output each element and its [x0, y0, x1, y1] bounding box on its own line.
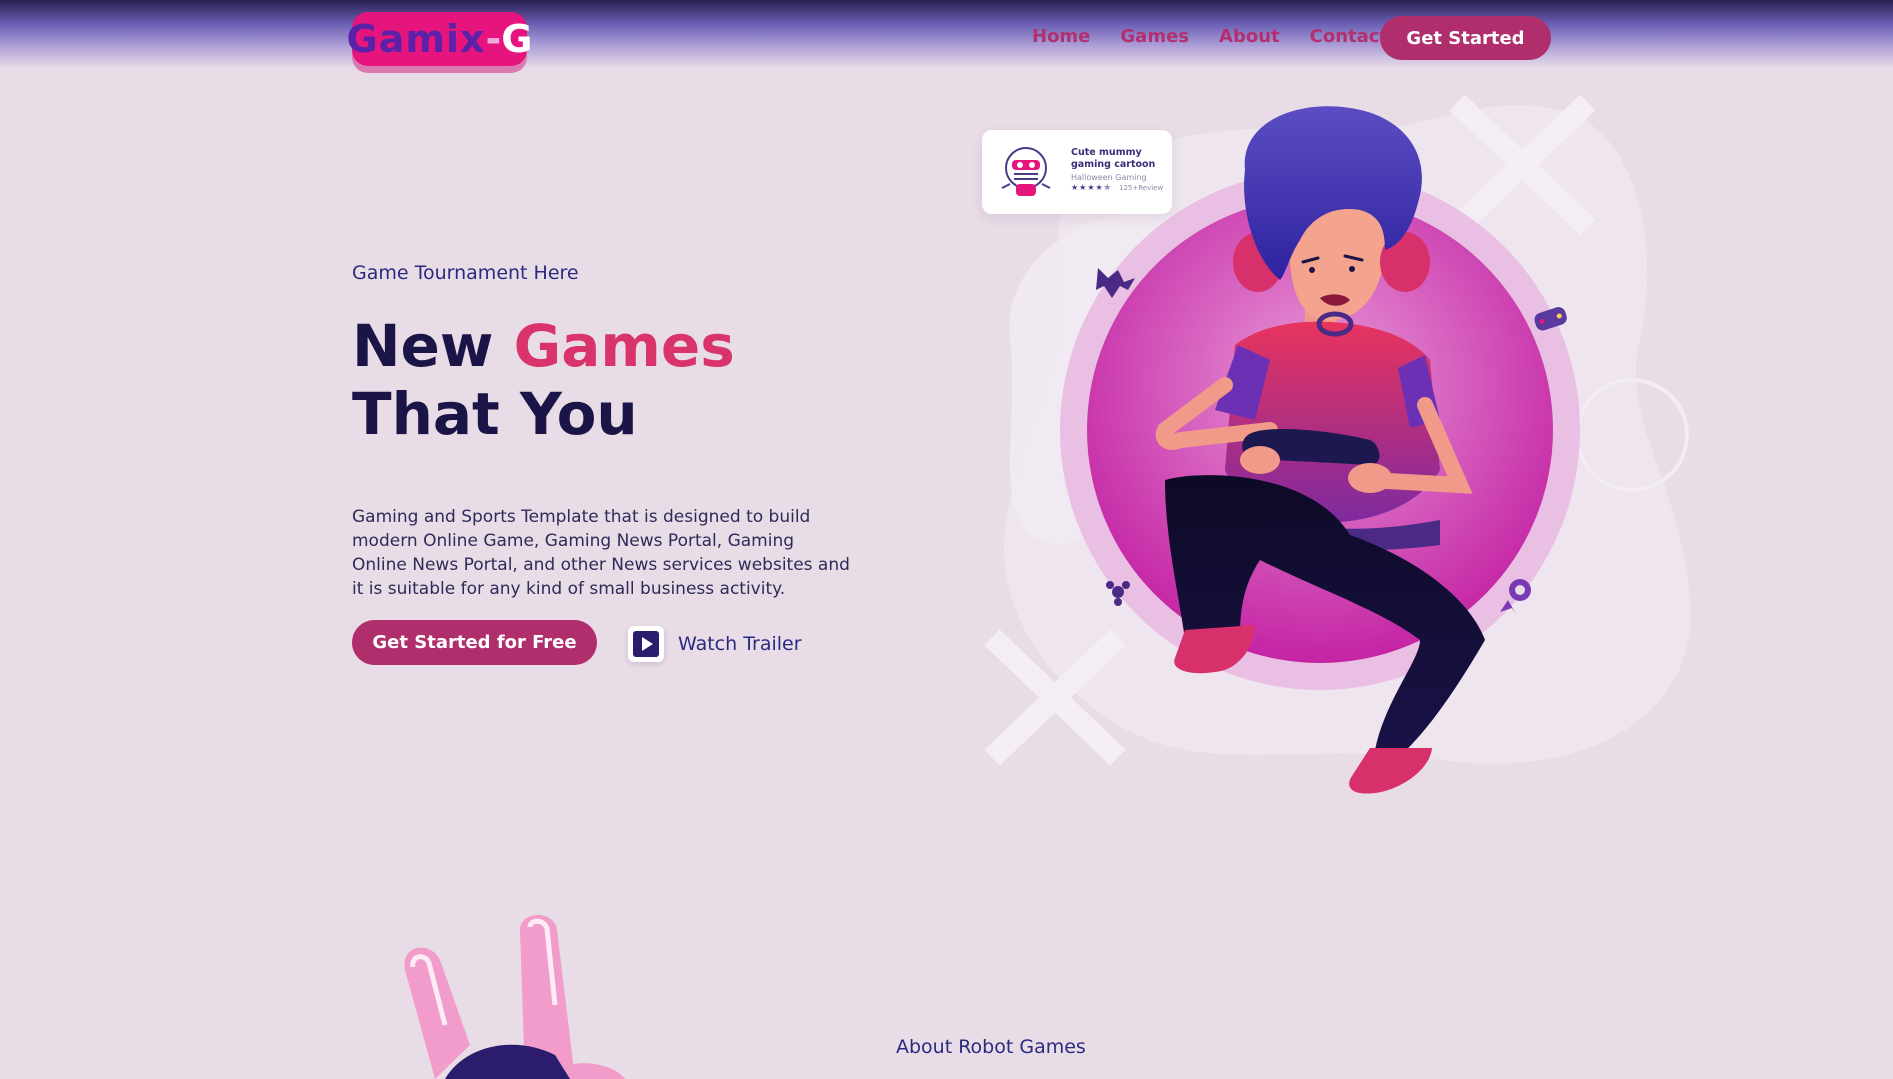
hero-title-accent: Games	[513, 312, 735, 380]
get-started-free-button[interactable]: Get Started for Free	[352, 620, 597, 665]
hero-title: New Games That You	[352, 312, 735, 448]
logo-word: Gamix	[346, 17, 486, 61]
play-icon[interactable]	[628, 626, 664, 662]
hero-title-line2: That You	[352, 380, 638, 448]
header-bar	[0, 0, 1893, 68]
peace-hand-illustration	[404, 915, 625, 1079]
main-nav: Home Games About Contact	[1032, 26, 1388, 47]
hero-title-word: New	[352, 312, 494, 380]
product-card[interactable]: Cute mummy gaming cartoon Halloween Gami…	[982, 130, 1172, 214]
hero-eyebrow: Game Tournament Here	[352, 262, 579, 284]
watch-trailer-label: Watch Trailer	[678, 633, 802, 655]
card-subtitle: Halloween Gaming	[1071, 173, 1147, 182]
logo-dash: -	[485, 17, 502, 61]
mummy-thumbnail	[1001, 147, 1051, 196]
about-section-label: About Robot Games	[896, 1036, 1086, 1058]
logo-letter: G	[501, 17, 533, 61]
rating-stars: ★★★★✯	[1071, 183, 1112, 192]
watch-trailer-link[interactable]: Watch Trailer	[628, 626, 802, 662]
hero-description: Gaming and Sports Template that is desig…	[352, 507, 850, 599]
site-logo[interactable]: Gamix - G	[347, 12, 532, 66]
get-started-button[interactable]: Get Started	[1380, 16, 1551, 60]
nav-games[interactable]: Games	[1120, 26, 1189, 47]
nav-home[interactable]: Home	[1032, 26, 1090, 47]
nav-about[interactable]: About	[1219, 26, 1280, 47]
nav-contact[interactable]: Contact	[1310, 26, 1388, 47]
review-count: 125+Review	[1119, 184, 1164, 192]
card-title: Cute mummy gaming cartoon	[1071, 147, 1156, 170]
